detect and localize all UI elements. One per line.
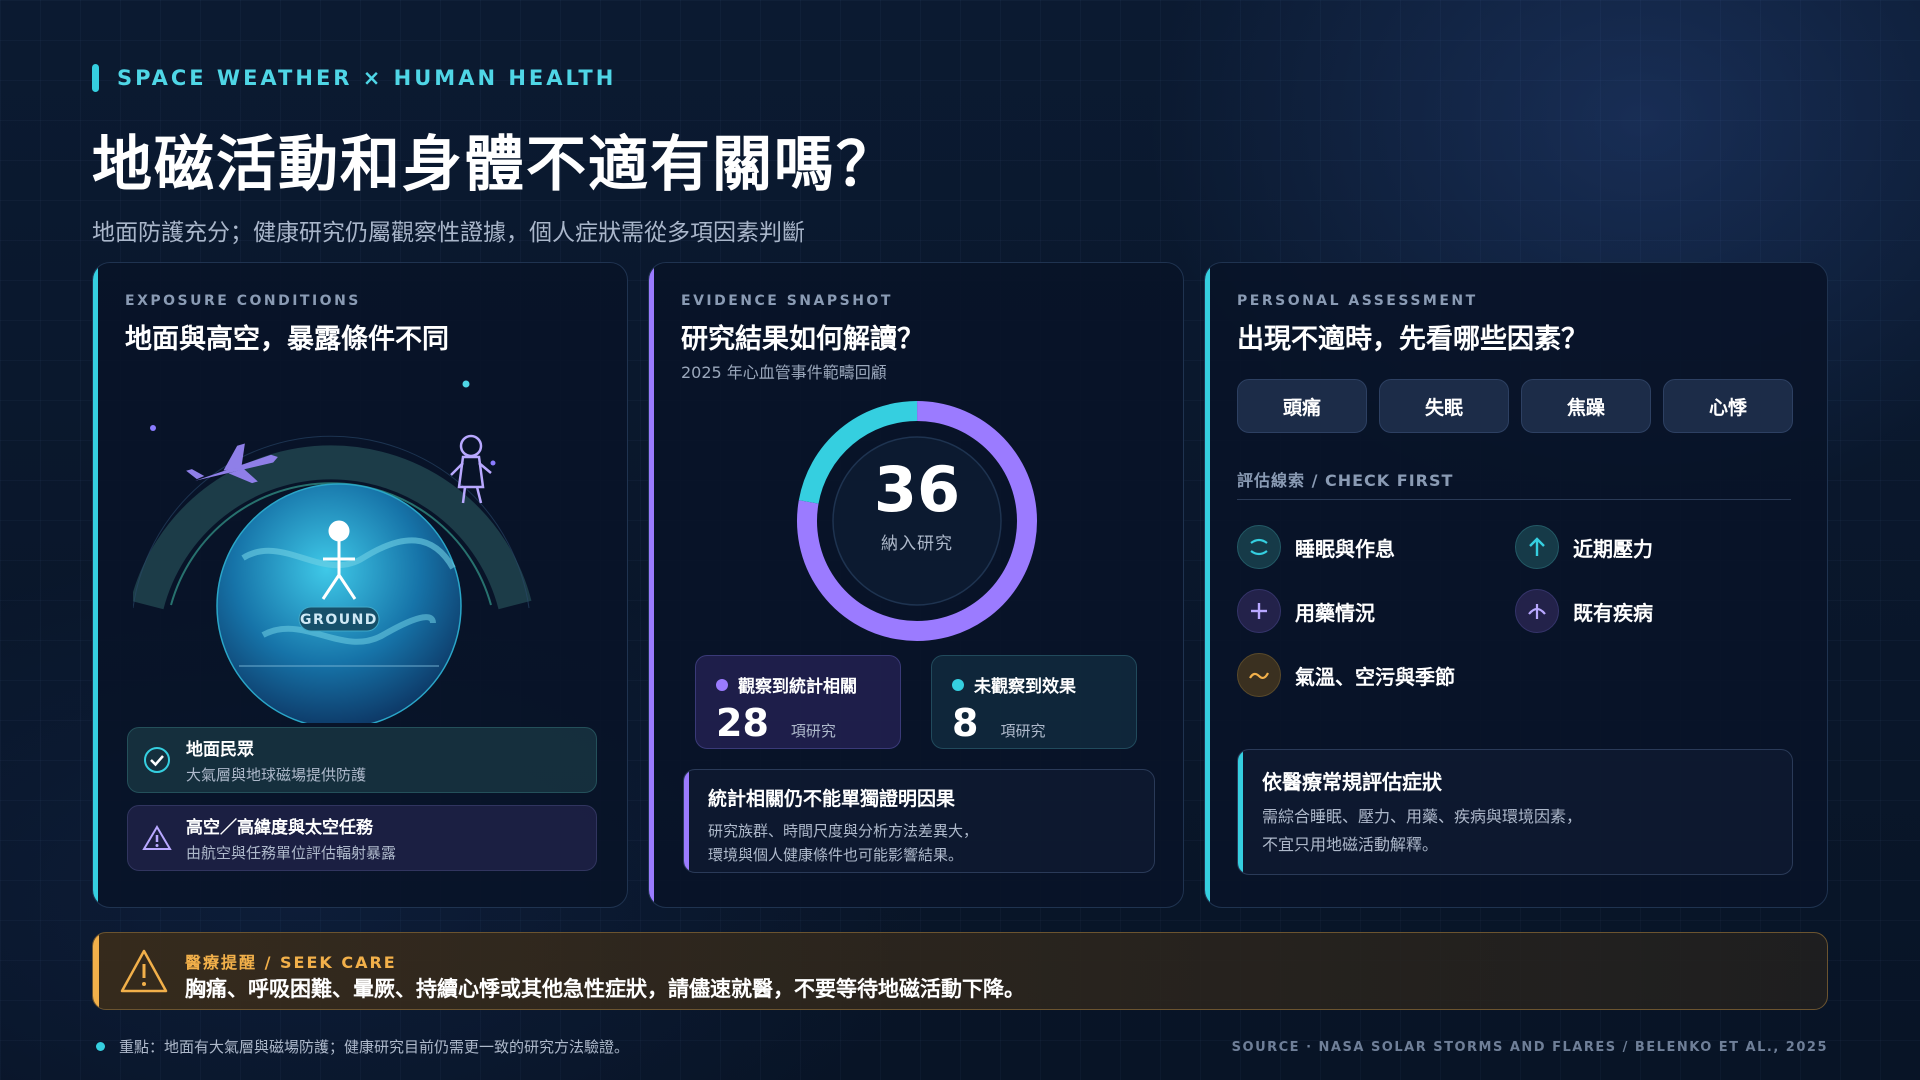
advice-line: 不宜只用地磁活動解釋。: [1262, 835, 1439, 854]
exposure-illustration: GROUND: [133, 380, 532, 723]
wave-icon: [1237, 653, 1281, 697]
symptom-chip-insomnia[interactable]: 失眠: [1379, 379, 1509, 433]
page-title: 地磁活動和身體不適有關嗎？: [92, 130, 898, 200]
stress-arrow-icon: [1515, 525, 1559, 569]
symptom-chip-anxiety[interactable]: 焦躁: [1521, 379, 1651, 433]
evidence-panel: EVIDENCE SNAPSHOT 研究結果如何解讀？ 2025 年心血管事件範…: [648, 262, 1184, 908]
panel-label: PERSONAL ASSESSMENT: [1237, 293, 1478, 309]
panel-title: 地面與高空，暴露條件不同: [125, 324, 449, 355]
divider: [1237, 499, 1791, 500]
symptom-chips: 頭痛 失眠 焦躁 心悸: [1237, 379, 1793, 433]
observed-stat-card: 觀察到統計相關 28 項研究: [695, 655, 901, 749]
panel-accent: [649, 263, 654, 907]
note-desc: 研究族群、時間尺度與分析方法差異大， 環境與個人健康條件也可能影響結果。: [708, 819, 1154, 867]
warning-icon: [142, 823, 172, 853]
not-observed-stat-card: 未觀察到效果 8 項研究: [931, 655, 1137, 749]
high-altitude-info-box: 高空／高緯度與太空任務 由航空與任務單位評估輻射暴露: [127, 805, 597, 871]
legend-dot: [952, 678, 964, 691]
check-icon: [142, 745, 172, 775]
panel-label: EVIDENCE SNAPSHOT: [681, 293, 893, 309]
warning-accent: [93, 933, 99, 1009]
page-subtitle: 地面防護充分；健康研究仍屬觀察性證據，個人症狀需從多項因素判斷: [92, 220, 805, 246]
note-accent: [684, 770, 689, 872]
factor-label: 氣溫、空污與季節: [1295, 664, 1455, 689]
page-header: SPACE WEATHER × HUMAN HEALTH 地磁活動和身體不適有關…: [92, 64, 898, 247]
exposure-panel: EXPOSURE CONDITIONS 地面與高空，暴露條件不同 GROUND …: [92, 262, 628, 908]
plus-icon: [1237, 589, 1281, 633]
factor-disease: 既有疾病: [1515, 589, 1653, 633]
note-line: 環境與個人健康條件也可能影響結果。: [708, 846, 964, 864]
ground-info-box: 地面民眾 大氣層與地球磁場提供防護: [127, 727, 597, 793]
sleep-icon: [1237, 525, 1281, 569]
footer-note: 重點：地面有大氣層與磁場防護；健康研究目前仍需更一致的研究方法驗證。: [96, 1036, 629, 1057]
donut-total-label: 納入研究: [881, 534, 953, 554]
panel-accent: [1205, 263, 1210, 907]
panel-label: EXPOSURE CONDITIONS: [125, 293, 361, 309]
ground-title: 地面民眾: [186, 740, 254, 760]
symptom-chip-headache[interactable]: 頭痛: [1237, 379, 1367, 433]
factor-sleep: 睡眠與作息: [1237, 525, 1395, 569]
disease-icon: [1515, 589, 1559, 633]
star-dot: [490, 460, 496, 466]
factor-label: 近期壓力: [1573, 536, 1653, 561]
high-desc: 由航空與任務單位評估輻射暴露: [186, 844, 397, 862]
observed-unit: 項研究: [790, 722, 836, 740]
eyebrow: SPACE WEATHER × HUMAN HEALTH: [92, 64, 898, 92]
legend-dot: [716, 678, 728, 691]
observed-label: 觀察到統計相關: [738, 677, 857, 697]
earth-globe: [216, 483, 462, 723]
advice-line: 需綜合睡眠、壓力、用藥、疾病與環境因素，: [1262, 807, 1583, 826]
footer-note-text: 重點：地面有大氣層與磁場防護；健康研究目前仍需更一致的研究方法驗證。: [119, 1038, 630, 1056]
eyebrow-bar: [92, 64, 99, 92]
assessment-panel: PERSONAL ASSESSMENT 出現不適時，先看哪些因素？ 頭痛 失眠 …: [1204, 262, 1828, 908]
warning-text: 胸痛、呼吸困難、暈厥、持續心悸或其他急性症狀，請儘速就醫，不要等待地磁活動下降。: [185, 977, 1025, 1001]
high-title: 高空／高緯度與太空任務: [186, 818, 373, 838]
warning-icon: [120, 949, 168, 993]
causation-note: 統計相關仍不能單獨證明因果 研究族群、時間尺度與分析方法差異大， 環境與個人健康…: [683, 769, 1155, 873]
panel-title: 出現不適時，先看哪些因素？: [1237, 324, 1588, 355]
factor-environment: 氣溫、空污與季節: [1237, 653, 1455, 697]
warning-label: 醫療提醒 / SEEK CARE: [185, 953, 397, 972]
donut-total: 36: [873, 453, 961, 526]
not-observed-value: 8: [952, 701, 979, 745]
panel-title: 研究結果如何解讀？: [681, 324, 924, 355]
factor-stress: 近期壓力: [1515, 525, 1653, 569]
seek-care-banner: 醫療提醒 / SEEK CARE 胸痛、呼吸困難、暈厥、持續心悸或其他急性症狀，…: [92, 932, 1828, 1010]
bullet-dot: [96, 1042, 105, 1051]
star-dot: [462, 380, 470, 388]
factor-label: 睡眠與作息: [1295, 536, 1395, 561]
note-line: 研究族群、時間尺度與分析方法差異大，: [708, 822, 979, 840]
note-title: 統計相關仍不能單獨證明因果: [708, 788, 956, 810]
factor-label: 既有疾病: [1573, 600, 1653, 625]
ground-desc: 大氣層與地球磁場提供防護: [186, 766, 367, 784]
factor-medication: 用藥情況: [1237, 589, 1375, 633]
panel-accent: [93, 263, 98, 907]
ground-label: GROUND: [300, 612, 378, 628]
advice-title: 依醫療常規評估症狀: [1262, 770, 1442, 794]
medical-advice-box: 依醫療常規評估症狀 需綜合睡眠、壓力、用藥、疾病與環境因素， 不宜只用地磁活動解…: [1237, 749, 1793, 875]
advice-desc: 需綜合睡眠、壓力、用藥、疾病與環境因素， 不宜只用地磁活動解釋。: [1262, 803, 1792, 859]
factor-label: 用藥情況: [1295, 600, 1375, 625]
observed-value: 28: [716, 701, 769, 745]
eyebrow-text: SPACE WEATHER × HUMAN HEALTH: [117, 66, 617, 90]
check-first-label: 評估線索 / CHECK FIRST: [1237, 471, 1454, 490]
panel-subtitle: 2025 年心血管事件範疇回顧: [681, 363, 887, 382]
symptom-chip-palpitation[interactable]: 心悸: [1663, 379, 1793, 433]
source-credit: SOURCE · NASA SOLAR STORMS AND FLARES / …: [1231, 1040, 1828, 1055]
not-observed-label: 未觀察到效果: [974, 677, 1076, 697]
star-dot: [150, 425, 156, 431]
not-observed-unit: 項研究: [1000, 722, 1046, 740]
advice-accent: [1238, 750, 1243, 874]
